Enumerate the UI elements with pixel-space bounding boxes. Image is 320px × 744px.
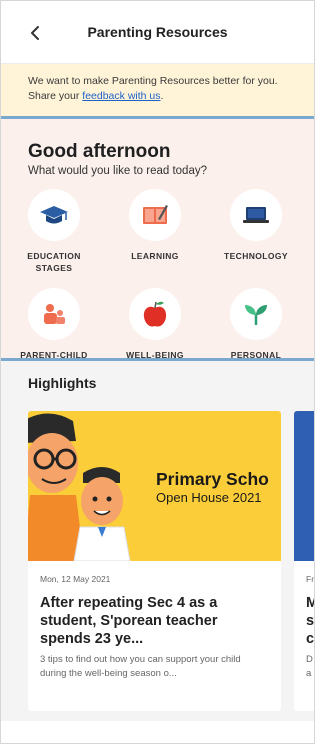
article-body: Fr M s c D a xyxy=(294,561,314,681)
highlights-section: Highlights Primary Scho Open House 2021 … xyxy=(1,361,314,721)
article-description: D a xyxy=(306,654,313,679)
apple-icon xyxy=(129,288,181,340)
category-learning[interactable]: LEARNING xyxy=(112,189,198,262)
category-education-stages[interactable]: EDUCATION STAGES xyxy=(11,189,97,274)
category-label: EDUCATION STAGES xyxy=(27,251,81,273)
article-description: 3 tips to find out how you can support y… xyxy=(40,654,241,679)
article-headline: After repeating Sec 4 as a student, S'po… xyxy=(40,595,218,647)
category-well-being[interactable]: WELL-BEING xyxy=(112,288,198,361)
article-body: Mon, 12 May 2021 After repeating Sec 4 a… xyxy=(28,561,281,681)
article-image: Primary Scho Open House 2021 xyxy=(28,411,281,561)
feedback-link[interactable]: feedback with us xyxy=(82,90,160,102)
category-label: LEARNING xyxy=(131,251,179,261)
category-technology[interactable]: TECHNOLOGY xyxy=(213,189,299,262)
article-headline: M s c xyxy=(306,595,314,647)
highlights-carousel[interactable]: Primary Scho Open House 2021 Mon, 12 May… xyxy=(28,411,314,721)
banner-text-end: . xyxy=(160,90,164,102)
greeting-title: Good afternoon xyxy=(28,141,171,162)
sprout-icon xyxy=(230,288,282,340)
page-title: Parenting Resources xyxy=(87,24,228,40)
article-image xyxy=(294,411,314,561)
laptop-icon xyxy=(230,189,282,241)
category-label: WELL-BEING xyxy=(126,350,184,360)
category-grid: EDUCATION STAGES LEARNING TECHNOLOGY PAR… xyxy=(20,189,314,373)
article-card[interactable]: Primary Scho Open House 2021 Mon, 12 May… xyxy=(28,411,281,711)
greeting-subtitle: What would you like to read today? xyxy=(28,165,207,177)
top-bar: Parenting Resources xyxy=(1,1,314,64)
article-date: Mon, 12 May 2021 xyxy=(40,574,111,584)
greeting-section: Good afternoon What would you like to re… xyxy=(1,119,314,372)
chevron-left-icon xyxy=(31,26,39,40)
category-label: TECHNOLOGY xyxy=(224,251,288,261)
cartoon-illustration xyxy=(28,413,131,561)
open-book-icon xyxy=(129,189,181,241)
parent-child-icon xyxy=(28,288,80,340)
feedback-banner: We want to make Parenting Resources bett… xyxy=(1,64,314,116)
article-card[interactable]: Fr M s c D a xyxy=(294,411,314,711)
back-button[interactable] xyxy=(23,21,47,45)
highlights-title: Highlights xyxy=(28,375,97,391)
app-screen: Parenting Resources We want to make Pare… xyxy=(0,0,315,744)
promo-subtitle: Open House 2021 xyxy=(156,490,262,505)
article-date: Fr xyxy=(306,574,314,584)
promo-title: Primary Scho xyxy=(156,469,269,489)
graduation-cap-icon xyxy=(28,189,80,241)
